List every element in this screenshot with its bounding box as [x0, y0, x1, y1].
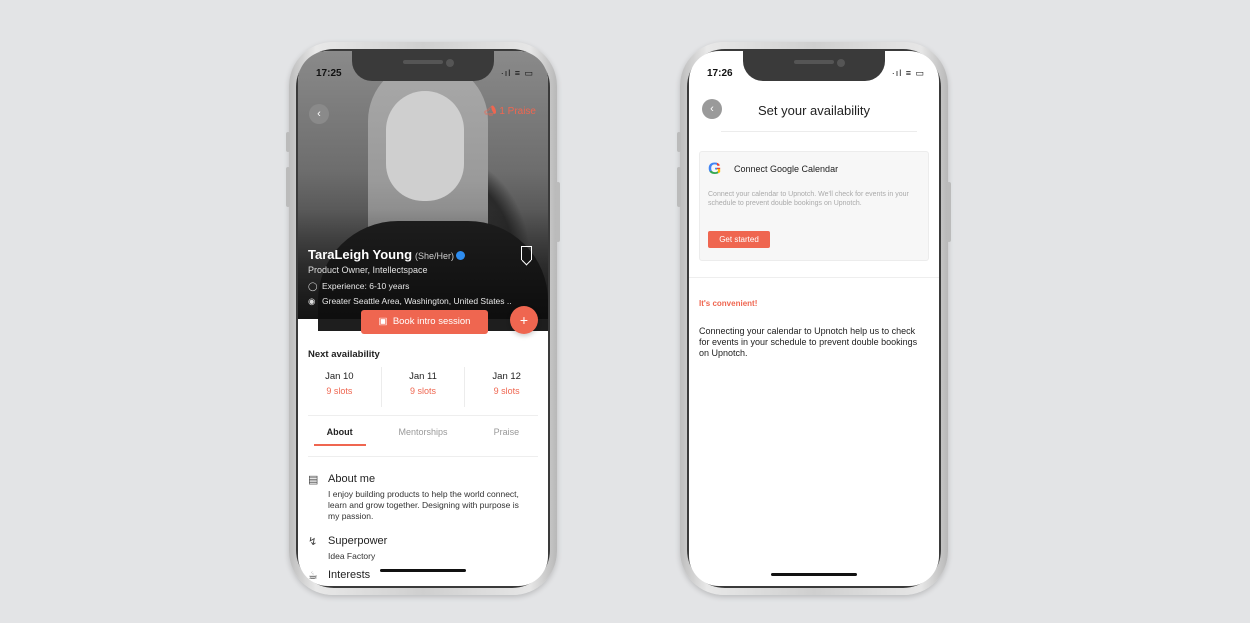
google-calendar-card: G Connect Google Calendar Connect your c…: [699, 151, 929, 261]
page-title: Set your availability: [758, 103, 870, 118]
cup-icon: ☕︎: [308, 570, 318, 582]
back-icon: ‹: [317, 108, 321, 120]
tab-about[interactable]: About: [298, 425, 381, 453]
back-button[interactable]: ‹: [309, 104, 329, 124]
next-availability-title: Next availability: [308, 349, 380, 360]
availability-screen: 17:26 ·ıl ≡ ▭ ‹ Set your availability G …: [689, 51, 939, 586]
lightning-icon: ↯: [308, 536, 318, 548]
slot-jan-10[interactable]: Jan 10 9 slots: [298, 367, 382, 407]
about-title: About me: [328, 473, 376, 485]
status-time: 17:26: [707, 68, 733, 79]
profile-role: Product Owner, Intellectspace: [308, 265, 428, 275]
award-icon: ◯: [308, 281, 318, 291]
slot-jan-12[interactable]: Jan 12 9 slots: [465, 367, 548, 407]
praise-count[interactable]: 📣︎ 1 Praise: [484, 106, 536, 117]
plus-icon: +: [519, 312, 529, 328]
superpower-body: Idea Factory: [328, 551, 376, 561]
superpower-title: Superpower: [328, 535, 388, 547]
back-button[interactable]: ‹: [702, 99, 722, 119]
profile-photo: [298, 51, 548, 331]
bookmark-icon[interactable]: [521, 246, 532, 260]
home-indicator: [771, 573, 857, 576]
document-icon: ▤: [308, 474, 319, 486]
interests-title: Interests: [328, 569, 371, 581]
card-body: Connect your calendar to Upnotch. We'll …: [708, 191, 909, 207]
tab-underline: [314, 444, 366, 446]
add-button[interactable]: +: [510, 306, 538, 334]
availability-slots: Jan 10 9 slots Jan 11 9 slots Jan 12 9 slot…: [298, 367, 548, 407]
status-time: 17:25: [316, 68, 342, 79]
profile-screen: 17:25 ·ıl ≡ ▭ ‹ 📣︎ 1 Praise TaraLeigh Yo…: [298, 51, 548, 586]
profile-name: TaraLeigh Young (She/Her): [308, 247, 466, 262]
pronouns: (She/Her): [415, 251, 455, 261]
location-icon: ◉: [308, 296, 316, 306]
location-row: ◉ Greater Seattle Area, Washington, Unite…: [308, 296, 512, 306]
megaphone-icon: 📣︎: [483, 106, 497, 117]
convenient-title: It's convenient!: [699, 299, 758, 308]
phone-profile: 17:25 ·ıl ≡ ▭ ‹ 📣︎ 1 Praise TaraLeigh Yo…: [286, 42, 560, 595]
verified-icon: [456, 251, 466, 261]
book-intro-button[interactable]: ▣ Book intro session: [361, 310, 488, 334]
status-icons: ·ıl ≡ ▭: [500, 68, 534, 78]
google-icon: G: [708, 160, 726, 178]
phone-availability: 17:26 ·ıl ≡ ▭ ‹ Set your availability G …: [677, 42, 951, 595]
experience-row: ◯ Experience: 6-10 years: [308, 281, 410, 291]
slot-jan-11[interactable]: Jan 11 9 slots: [382, 367, 466, 407]
get-started-button[interactable]: Get started: [708, 231, 770, 248]
tab-mentorships[interactable]: Mentorships: [381, 425, 464, 453]
about-body: I enjoy building products to help the wo…: [328, 489, 519, 521]
tab-praise[interactable]: Praise: [465, 425, 548, 453]
calendar-icon: ▣: [378, 316, 388, 327]
card-title: Connect Google Calendar: [734, 164, 839, 174]
profile-tabs: About Mentorships Praise: [298, 425, 548, 453]
status-icons: ·ıl ≡ ▭: [891, 68, 925, 78]
home-indicator: [380, 569, 466, 572]
back-icon: ‹: [710, 103, 714, 115]
convenient-body: Connecting your calendar to Upnotch help…: [699, 326, 918, 358]
